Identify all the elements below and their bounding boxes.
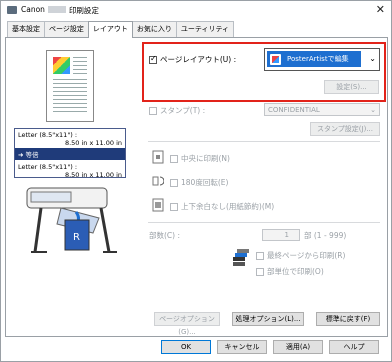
page-layout-value: PosterArtistで編集 (287, 55, 349, 63)
rotate-icon (152, 176, 164, 186)
stacked-pages-icon (233, 249, 249, 266)
title-bar: Canon 印刷設定 ✕ (1, 1, 391, 19)
cancel-button[interactable]: キャンセル (217, 340, 267, 354)
center-print-checkbox[interactable] (170, 154, 178, 163)
rotate-row: 180度回転(E) (170, 177, 228, 188)
apply-button[interactable]: 適用(A) (273, 340, 323, 354)
collate-checkbox[interactable] (256, 267, 264, 276)
no-margin-icon (152, 198, 164, 212)
stamp-label: スタンプ(T) : (160, 106, 206, 115)
title-prefix: Canon (21, 4, 45, 14)
rotate-checkbox[interactable] (170, 178, 178, 187)
page-options-button[interactable]: ページオプション(G)... (154, 312, 220, 336)
close-icon[interactable]: ✕ (376, 4, 385, 16)
preview-text-lines (53, 79, 87, 115)
paper-from-dims: 8.50 in x 11.00 in (64, 139, 122, 147)
scale-label: 等倍 (25, 151, 39, 159)
preview-image-icon (53, 57, 70, 74)
tab-bar: 基本設定 ページ設定 レイアウト お気に入り ユーティリティ (7, 21, 235, 38)
posterartist-icon (270, 53, 281, 65)
stamp-select[interactable]: CONFIDENTIAL ⌄ (264, 103, 380, 116)
tab-page-setup[interactable]: ページ設定 (44, 21, 89, 37)
svg-text:R: R (73, 232, 80, 243)
copies-range: 部 (1 - 999) (304, 230, 346, 241)
tab-layout[interactable]: レイアウト (87, 21, 133, 38)
chevron-down-icon: ⌄ (370, 106, 376, 114)
paper-from-label: Letter (8.5"x11") : (18, 131, 78, 139)
ok-button[interactable]: OK (161, 340, 211, 354)
layout-panel: Letter (8.5"x11") : 8.50 in x 11.00 in ➜… (5, 37, 388, 337)
reverse-order-checkbox[interactable] (256, 251, 264, 260)
center-print-label: 中央に印刷(N) (181, 154, 230, 163)
title-suffix: 印刷設定 (68, 5, 99, 15)
chevron-down-icon: ⌄ (369, 54, 376, 63)
window-title: Canon 印刷設定 (21, 5, 99, 16)
page-preview (46, 50, 94, 122)
process-options-button[interactable]: 処理オプション(L)... (232, 312, 304, 326)
stamp-checkbox[interactable] (149, 106, 157, 115)
scale-band: ➜ 等倍 (15, 148, 125, 160)
page-layout-row: ページレイアウト(U) : (149, 54, 236, 65)
copies-row: 部数(C) : (149, 230, 180, 241)
printer-app-icon (7, 6, 17, 14)
restore-defaults-button[interactable]: 標準に戻す(F) (316, 312, 380, 326)
no-margin-row: 上下余白なし(用紙節約)(M) (170, 201, 274, 212)
no-margin-label: 上下余白なし(用紙節約)(M) (181, 202, 275, 211)
arrow-down-icon: ➜ (18, 151, 24, 159)
page-layout-settings-button[interactable]: 設定(S)... (324, 80, 379, 94)
redacted-model-name (47, 5, 66, 13)
help-button[interactable]: ヘルプ (329, 340, 379, 354)
rotate-label: 180度回転(E) (181, 178, 229, 187)
page-layout-checkbox[interactable] (149, 54, 157, 64)
tab-basic[interactable]: 基本設定 (7, 21, 45, 37)
copies-label: 部数(C) : (149, 231, 180, 240)
page-layout-selected: PosterArtistで編集 (267, 51, 361, 67)
tab-utility[interactable]: ユーティリティ (175, 21, 235, 37)
paper-size-info: Letter (8.5"x11") : 8.50 in x 11.00 in ➜… (14, 128, 126, 179)
center-page-icon (152, 150, 164, 164)
collate-row: 部単位で印刷(O) (256, 266, 324, 277)
preview-text-lines (73, 57, 87, 74)
reverse-order-row: 最終ページから印刷(R) (256, 250, 345, 261)
tab-favorites[interactable]: お気に入り (131, 21, 177, 37)
reverse-order-label: 最終ページから印刷(R) (267, 251, 346, 260)
stamp-settings-button[interactable]: スタンプ設定(J)... (310, 122, 380, 136)
center-print-row: 中央に印刷(N) (170, 153, 230, 164)
copies-spinner[interactable]: 1 (262, 229, 300, 241)
collate-label: 部単位で印刷(O) (267, 267, 324, 276)
paper-to-label: Letter (8.5"x11") : (18, 163, 78, 171)
divider (148, 222, 380, 223)
no-margin-checkbox[interactable] (170, 202, 178, 211)
copies-range-label: 部 (1 - 999) (304, 231, 347, 240)
copies-value: 1 (284, 231, 289, 239)
stamp-row: スタンプ(T) : (149, 105, 205, 116)
page-layout-label: ページレイアウト(U) : (160, 55, 237, 64)
print-settings-window: Canon 印刷設定 ✕ 基本設定 ページ設定 レイアウト お気に入り ユーティ… (0, 0, 392, 362)
large-format-printer-illustration: R (26, 187, 117, 253)
stamp-value: CONFIDENTIAL (268, 106, 320, 114)
page-layout-select[interactable]: PosterArtistで編集 ⌄ (264, 48, 380, 71)
divider (148, 141, 380, 142)
